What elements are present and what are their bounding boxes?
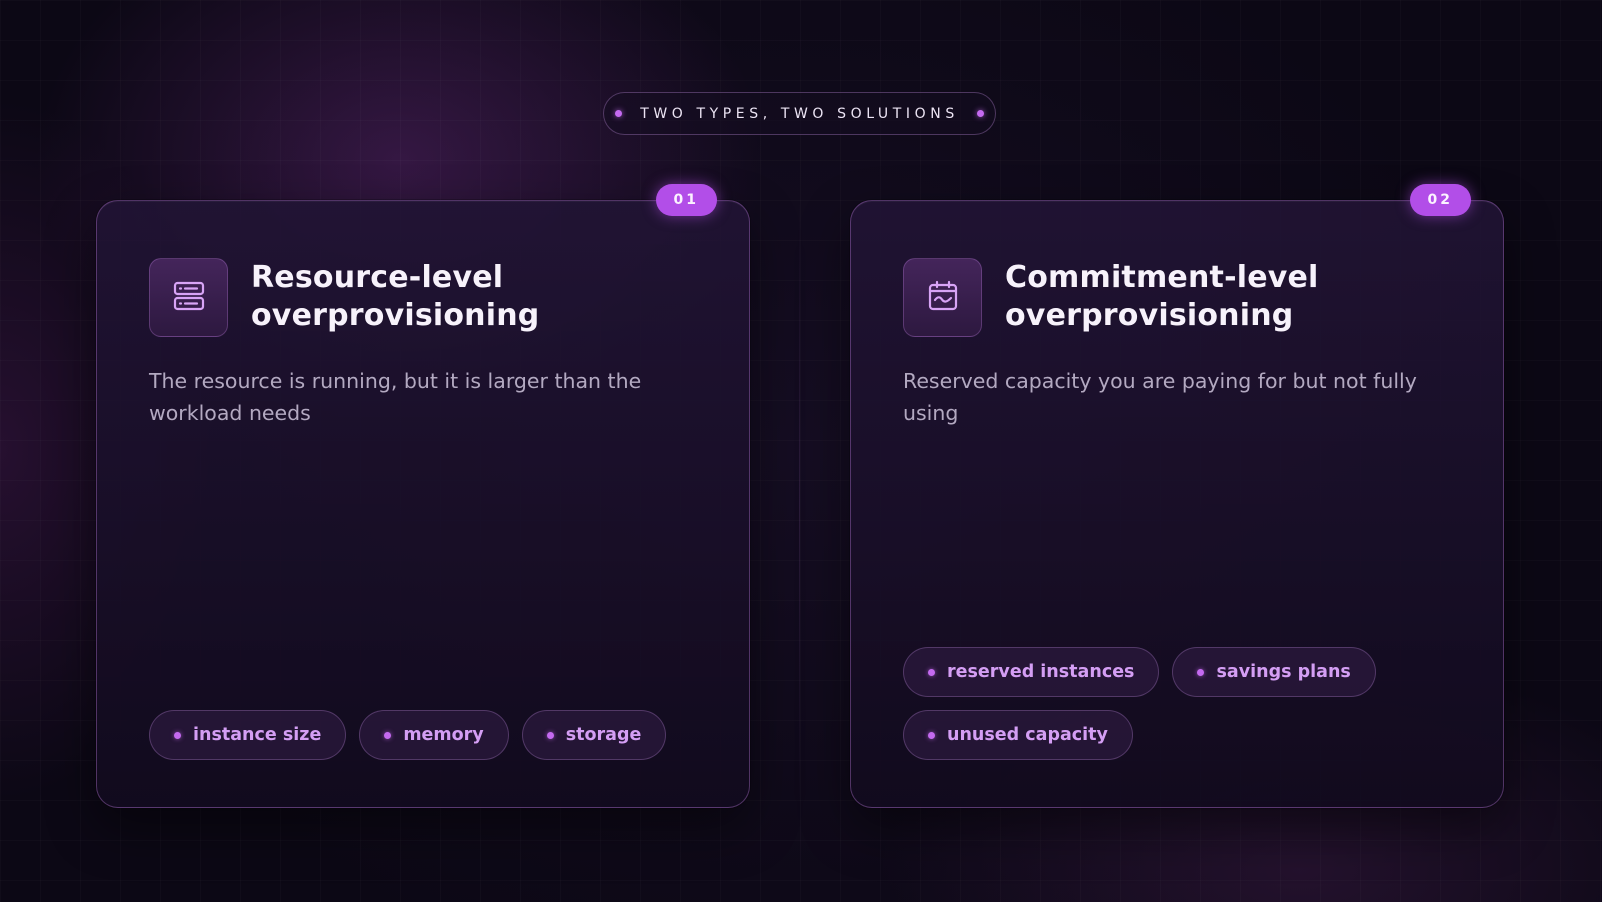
tag-instance-size: instance size: [149, 710, 347, 760]
card-description: Reserved capacity you are paying for but…: [903, 369, 1417, 425]
card-title-line-2: overprovisioning: [251, 298, 540, 333]
eyebrow-label: TWO TYPES, TWO SOLUTIONS: [640, 105, 959, 122]
card-title-line-1: Commitment-level: [1005, 260, 1319, 295]
card-icon-box: [149, 258, 228, 337]
card-title-line-2: overprovisioning: [1005, 298, 1294, 333]
tag-label: memory: [403, 725, 484, 745]
tag-dot: [384, 731, 392, 739]
calendar-icon: [925, 278, 961, 318]
card-title: Commitment-level overprovisioning: [1005, 259, 1465, 335]
tag-label: unused capacity: [947, 725, 1108, 745]
tag-label: reserved instances: [947, 662, 1135, 682]
tag-dot: [1197, 668, 1205, 676]
section-eyebrow-pill: TWO TYPES, TWO SOLUTIONS: [603, 92, 996, 135]
card-icon-box: [903, 258, 982, 337]
card-description: The resource is running, but it is large…: [149, 369, 642, 425]
tag-memory: memory: [359, 710, 509, 760]
tag-label: instance size: [193, 725, 322, 745]
tag-savings-plans: savings plans: [1172, 647, 1376, 697]
tag-dot: [174, 731, 181, 739]
card-number-badge: 02: [1409, 184, 1471, 216]
tag-reserved-instances: reserved instances: [903, 647, 1160, 697]
eyebrow-dot-right: [976, 110, 984, 117]
tag-dot: [928, 731, 935, 739]
card-tag-list: reserved instances savings plans unused …: [903, 647, 1463, 760]
card-tag-list: instance size memory storage: [149, 710, 709, 760]
server-icon: [171, 278, 207, 318]
eyebrow-dot-left: [615, 110, 623, 117]
tag-dot: [928, 668, 935, 676]
card-commitment-level: 02 Commitment-level overprovisioning Res…: [850, 184, 1504, 808]
tag-unused-capacity: unused capacity: [903, 710, 1133, 760]
tag-dot: [546, 731, 554, 739]
tag-storage: storage: [521, 710, 667, 760]
card-title-line-1: Resource-level: [251, 260, 504, 295]
tag-label: storage: [565, 725, 642, 745]
tag-label: savings plans: [1216, 662, 1351, 682]
card-title: Resource-level overprovisioning: [251, 259, 711, 335]
center-divider: [799, 200, 800, 810]
card-number-badge: 01: [655, 184, 717, 216]
card-resource-level: 01 Resource-level overprovisioning The r…: [96, 184, 750, 808]
